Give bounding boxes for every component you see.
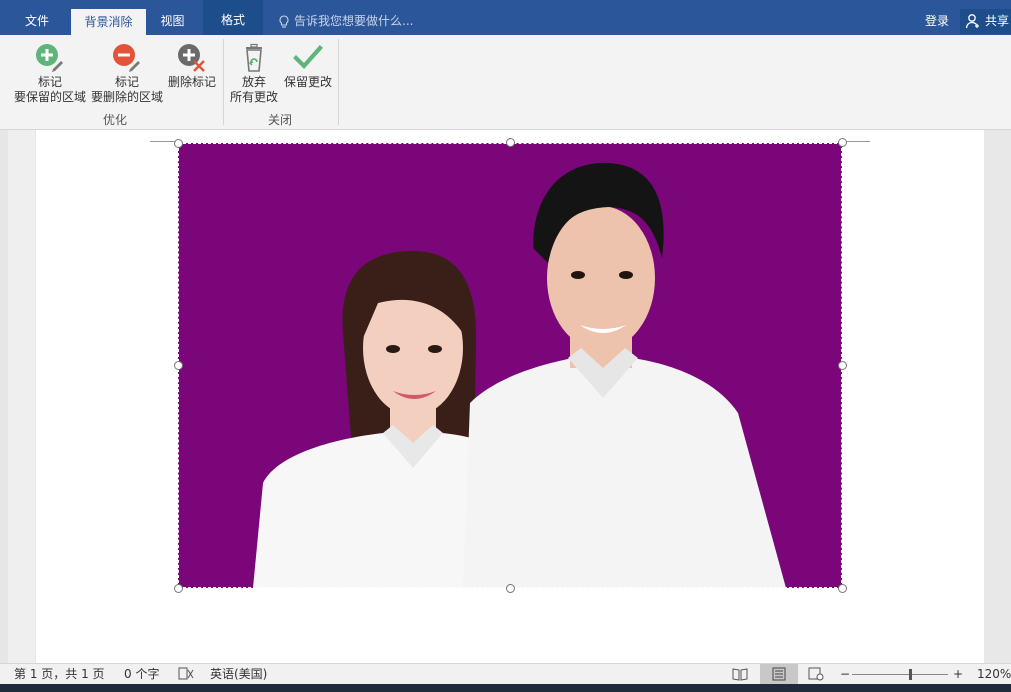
group-label-close: 关闭 [268,113,293,127]
resize-handle-top[interactable] [506,138,515,147]
delete-mark-label: 删除标记 [167,75,216,89]
tab-file[interactable]: 文件 [13,8,61,35]
taskbar [0,684,1011,692]
vertical-scrollbar[interactable] [984,130,1011,663]
language-indicator[interactable]: 英语(美国) [210,664,267,685]
mark-areas-to-remove-button[interactable]: 标记 要删除的区域 [89,41,165,105]
share-button[interactable]: 共享 [960,9,1011,34]
mark-keep-label-1: 标记 [37,75,62,89]
tab-format[interactable]: 格式 [203,0,263,35]
word-count[interactable]: 0 个字 [124,664,159,685]
discard-label-1: 放弃 [241,75,266,89]
status-bar: 第 1 页，共 1 页 0 个字 英语(美国) − + 120% [0,663,1011,685]
checkmark-icon [293,45,323,70]
zoom-slider[interactable] [852,669,948,680]
zoom-out-button[interactable]: − [840,664,850,685]
title-bar: 文件 背景消除 视图 格式 告诉我您想要做什么... 登录 共享 [0,0,1011,35]
resize-handle-right[interactable] [838,361,847,370]
tab-view[interactable]: 视图 [150,8,195,35]
zoom-in-button[interactable]: + [953,664,963,685]
keep-changes-button[interactable]: 保留更改 [281,41,335,90]
person-icon [965,14,979,29]
zoom-level[interactable]: 120% [977,664,1011,685]
mark-remove-label-2: 要删除的区域 [90,90,163,104]
keep-changes-label: 保留更改 [283,75,332,89]
resize-handle-bottom-left[interactable] [174,584,183,593]
print-layout-icon[interactable] [760,664,798,685]
mark-keep-label-2: 要保留的区域 [13,90,86,104]
mark-areas-to-keep-button[interactable]: 标记 要保留的区域 [12,41,88,105]
tell-me-search[interactable]: 告诉我您想要做什么... [278,8,413,35]
remove-mark-icon [113,44,140,72]
tab-background-removal[interactable]: 背景消除 [71,9,146,35]
add-mark-icon [36,44,63,72]
ruler-margin [8,130,35,663]
share-label: 共享 [985,14,1010,28]
discard-label-2: 所有更改 [229,90,278,104]
search-placeholder: 告诉我您想要做什么... [294,14,414,28]
discard-all-changes-button[interactable]: 放弃 所有更改 [228,41,280,105]
delete-mark-button[interactable]: 删除标记 [166,41,218,90]
group-label-refine: 优化 [103,113,128,127]
resize-handle-bottom[interactable] [506,584,515,593]
mark-remove-label-1: 标记 [114,75,139,89]
lightbulb-icon [279,14,289,28]
recycle-bin-icon [246,43,262,72]
ribbon-separator [223,39,224,125]
ribbon-separator [338,39,339,125]
background-removal-selection[interactable] [178,143,842,588]
login-link[interactable]: 登录 [925,8,949,35]
resize-handle-top-left[interactable] [174,139,183,148]
resize-handle-left[interactable] [174,361,183,370]
resize-handle-bottom-right[interactable] [838,584,847,593]
zoom-slider-thumb[interactable] [909,669,912,680]
resize-handle-top-right[interactable] [838,138,847,147]
ribbon: 标记 要保留的区域 标记 要删除的区域 删除标记 放弃 所有更改 保留更改 优化… [0,35,1011,130]
page-count[interactable]: 第 1 页，共 1 页 [14,664,105,685]
vertical-ruler [8,130,35,663]
delete-mark-icon [178,44,205,72]
